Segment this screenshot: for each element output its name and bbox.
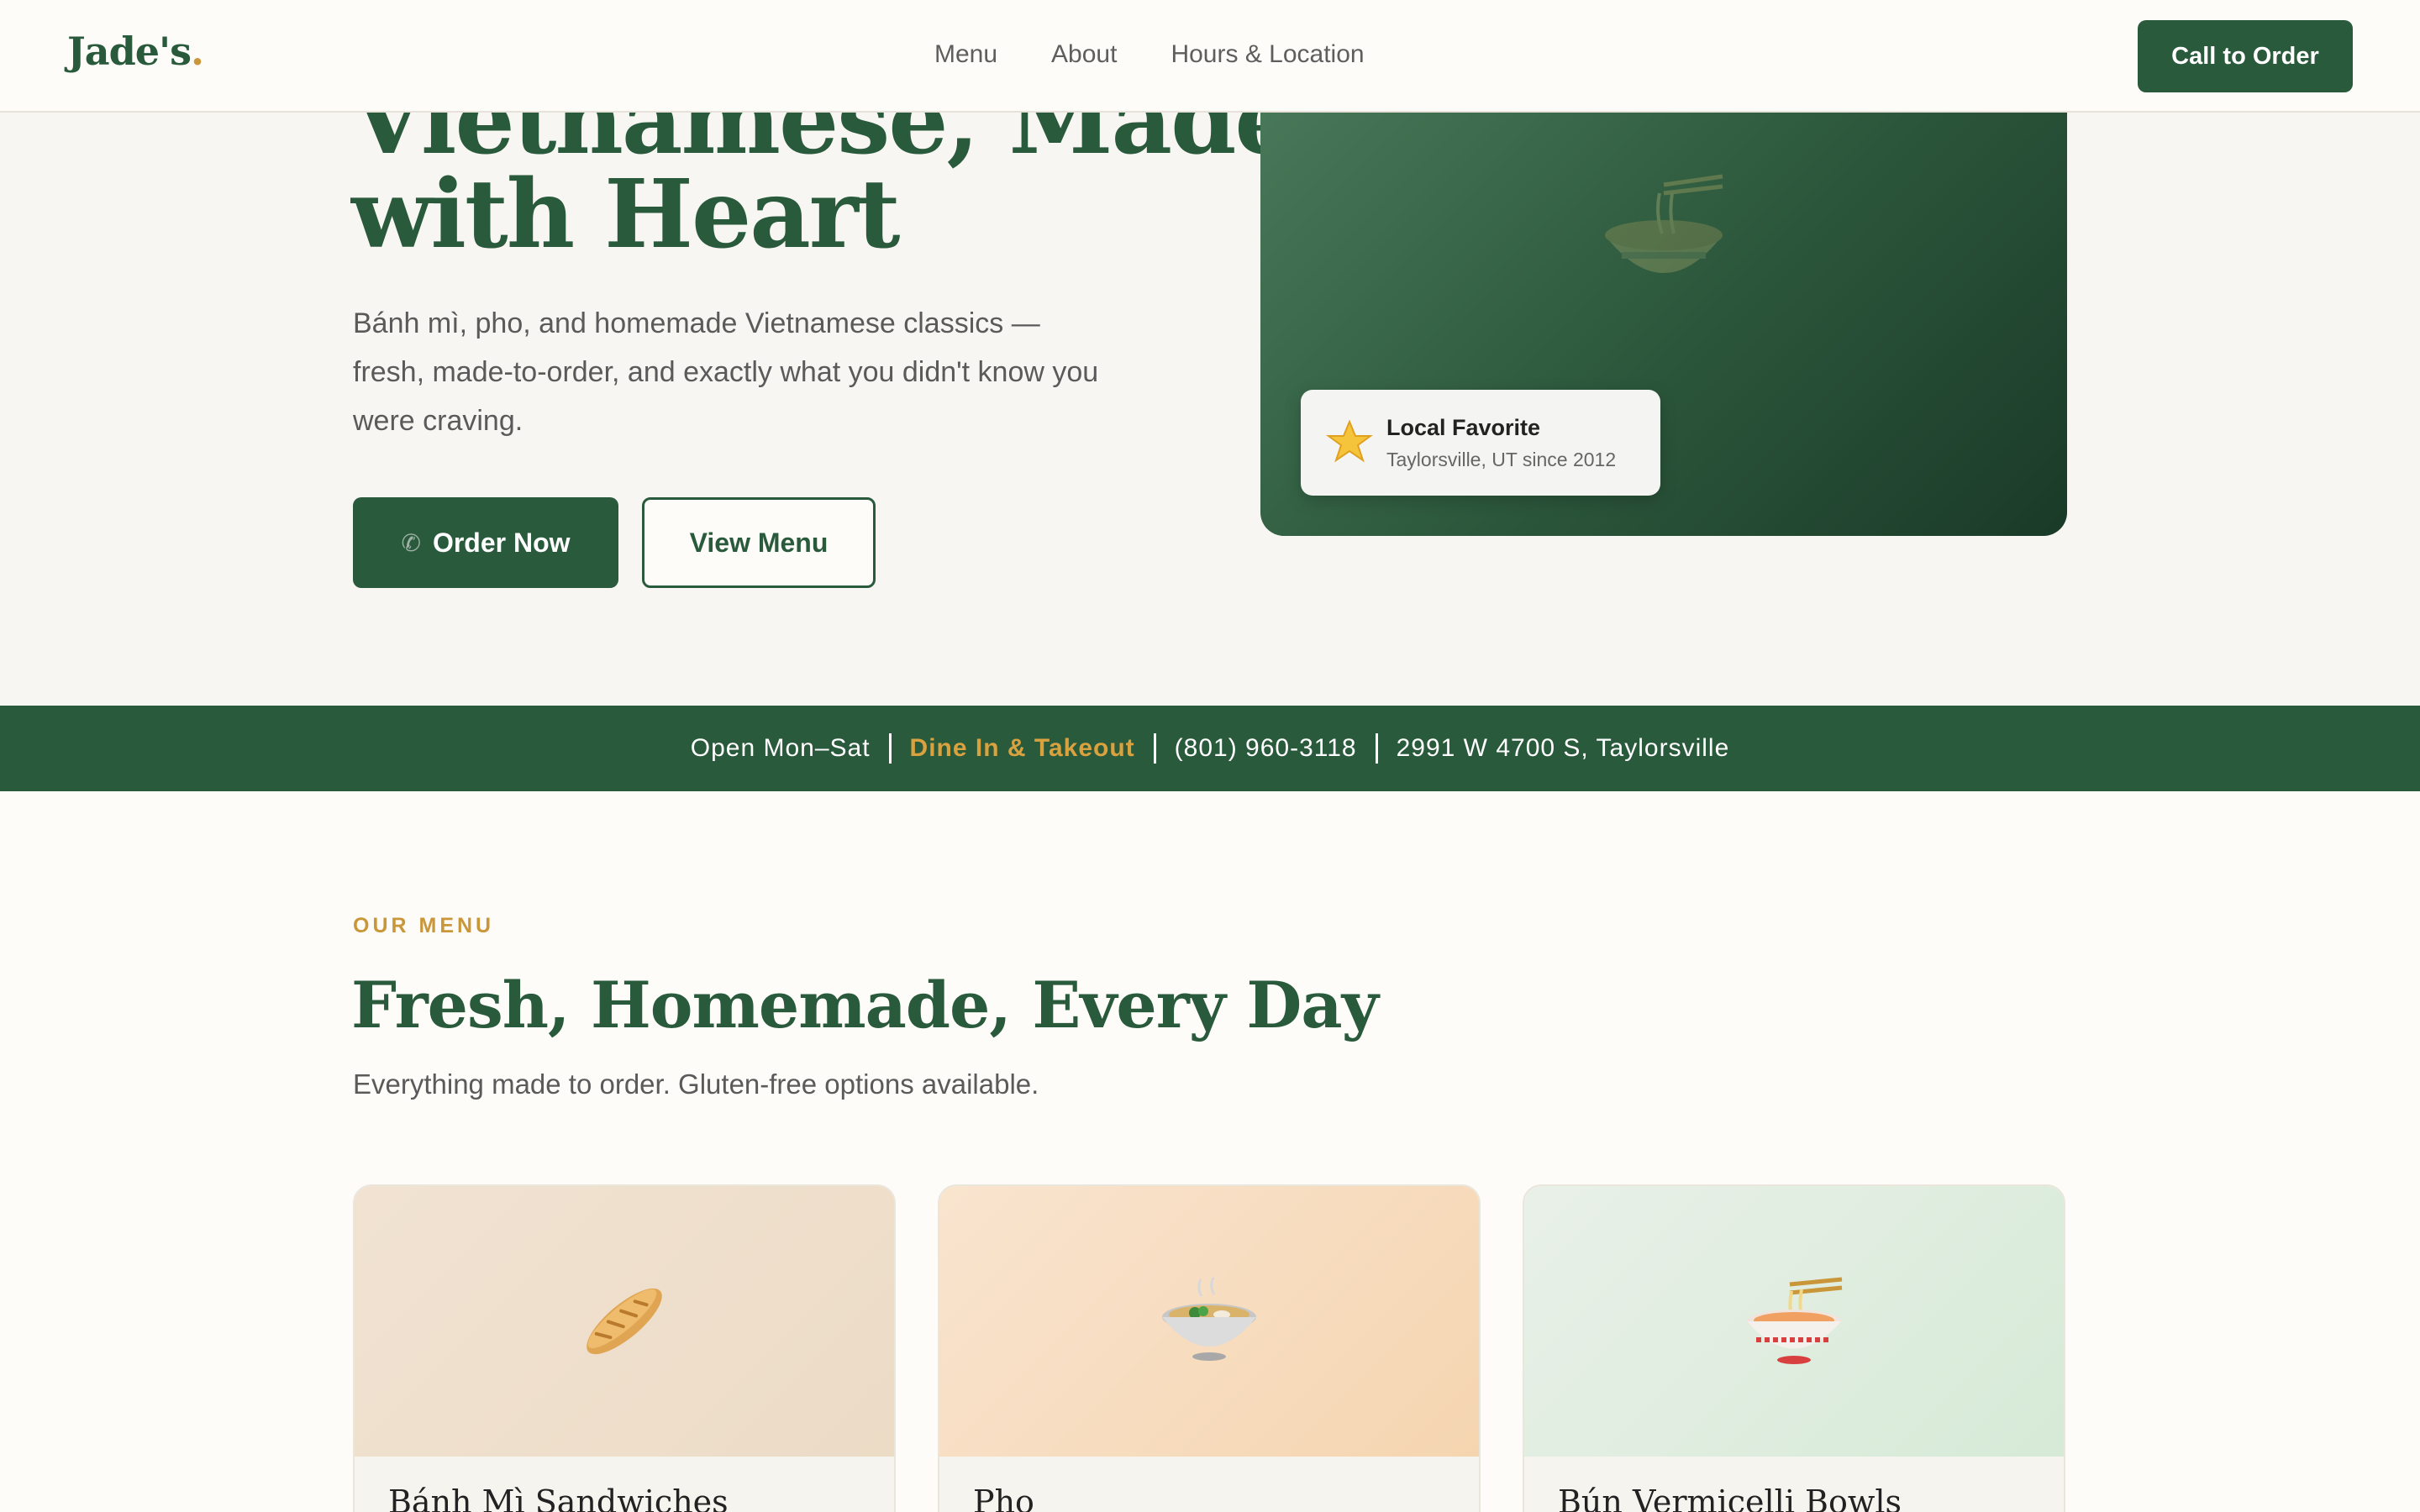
- phone-icon: ✆: [401, 529, 421, 556]
- section-subtitle: Everything made to order. Gluten-free op…: [353, 1068, 1039, 1100]
- order-now-button[interactable]: ✆ Order Now: [353, 497, 618, 588]
- main-nav: Menu About Hours & Location: [934, 40, 1365, 69]
- menu-section: OUR MENU Fresh, Homemade, Every Day Ever…: [0, 791, 2420, 1512]
- noodle-bowl-icon: [1747, 1277, 1843, 1364]
- nav-link-menu[interactable]: Menu: [934, 40, 997, 69]
- menu-card-pho[interactable]: Pho: [938, 1184, 1481, 1512]
- logo-dot: .: [190, 29, 204, 74]
- call-to-order-button[interactable]: Call to Order: [2138, 20, 2353, 92]
- logo[interactable]: Jade's.: [67, 29, 204, 74]
- info-phone[interactable]: (801) 960-3118: [1175, 734, 1357, 763]
- section-title: Fresh, Homemade, Every Day: [351, 968, 1379, 1042]
- baguette-icon: [587, 1288, 662, 1355]
- info-hours: Open Mon–Sat: [690, 734, 871, 762]
- menu-card-title: Bún Vermicelli Bowls: [1558, 1483, 1902, 1512]
- hero-title-line-2: with Heart: [351, 160, 901, 270]
- nav-link-about[interactable]: About: [1051, 40, 1117, 69]
- divider: [888, 733, 892, 764]
- menu-card-image: [1524, 1186, 2064, 1457]
- nav-link-hours-location[interactable]: Hours & Location: [1171, 40, 1364, 69]
- menu-card-image: [355, 1186, 894, 1457]
- star-icon: [1326, 419, 1373, 463]
- soup-bowl-icon: [1162, 1277, 1256, 1361]
- section-eyebrow: OUR MENU: [353, 914, 495, 937]
- info-service: Dine In & Takeout: [909, 734, 1135, 762]
- divider: [1153, 733, 1156, 764]
- divider: [1375, 733, 1378, 764]
- view-menu-button[interactable]: View Menu: [642, 497, 876, 588]
- menu-card-image: [939, 1186, 1479, 1457]
- site-header: Jade's. Menu About Hours & Location Call…: [0, 0, 2420, 113]
- order-now-label: Order Now: [432, 527, 571, 558]
- badge-title: Local Favorite: [1386, 415, 1541, 440]
- info-address[interactable]: 2991 W 4700 S, Taylorsville: [1397, 734, 1730, 763]
- menu-card-title: Pho: [973, 1483, 1034, 1512]
- badge-subtitle: Taylorsville, UT since 2012: [1386, 449, 1617, 470]
- logo-text: Jade's: [67, 29, 192, 74]
- noodle-bowl-icon: [1605, 174, 1723, 273]
- hero-subtitle: Bánh mì, pho, and homemade Vietnamese cl…: [353, 307, 1099, 437]
- menu-card-banh-mi[interactable]: Bánh Mì Sandwiches: [353, 1184, 896, 1512]
- info-bar: Open Mon–Sat Dine In & Takeout (801) 960…: [0, 706, 2420, 791]
- menu-card-title: Bánh Mì Sandwiches: [388, 1483, 729, 1512]
- menu-card-bun[interactable]: Bún Vermicelli Bowls: [1523, 1184, 2065, 1512]
- local-favorite-badge: Local Favorite Taylorsville, UT since 20…: [1301, 390, 1660, 496]
